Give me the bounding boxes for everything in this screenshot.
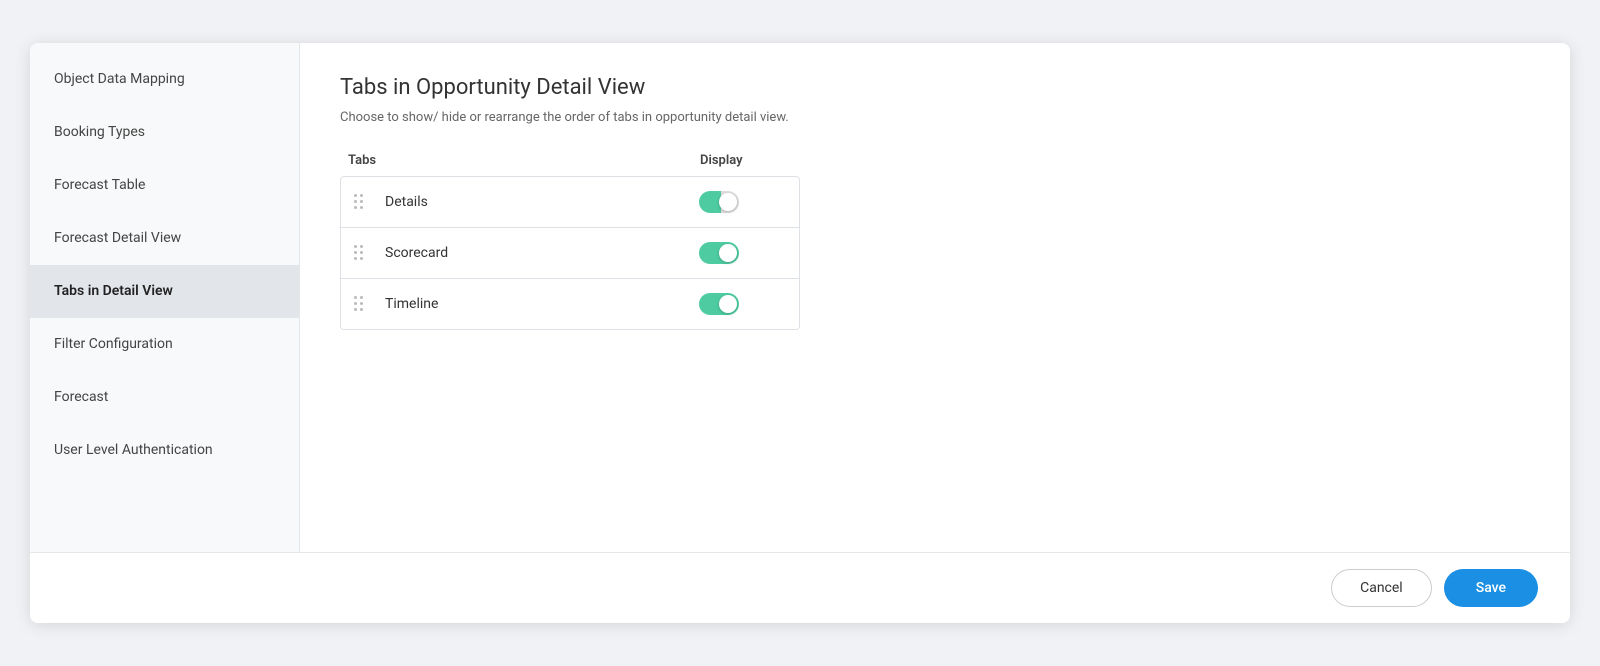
tabs-table: Tabs Display Details Scorecard Timeline bbox=[340, 153, 800, 330]
row-label-scorecard: Scorecard bbox=[377, 231, 699, 275]
table-header: Tabs Display bbox=[340, 153, 800, 176]
sidebar-item-forecast-detail-view[interactable]: Forecast Detail View bbox=[30, 212, 299, 265]
toggle-cell-timeline bbox=[699, 279, 799, 329]
modal-container: Object Data MappingBooking TypesForecast… bbox=[30, 43, 1570, 623]
toggle-timeline[interactable] bbox=[699, 293, 739, 315]
row-label-details: Details bbox=[377, 180, 699, 224]
drag-handle[interactable] bbox=[341, 282, 377, 326]
drag-handle[interactable] bbox=[341, 231, 377, 275]
toggle-cell-scorecard bbox=[699, 228, 799, 278]
toggle-details[interactable] bbox=[699, 191, 739, 213]
modal-footer: Cancel Save bbox=[30, 552, 1570, 623]
sidebar-item-object-data-mapping[interactable]: Object Data Mapping bbox=[30, 53, 299, 106]
modal-body: Object Data MappingBooking TypesForecast… bbox=[30, 43, 1570, 552]
table-row: Timeline bbox=[341, 279, 799, 329]
main-content: Tabs in Opportunity Detail View Choose t… bbox=[300, 43, 1570, 552]
cancel-button[interactable]: Cancel bbox=[1331, 569, 1432, 607]
sidebar-item-forecast-table[interactable]: Forecast Table bbox=[30, 159, 299, 212]
toggle-cell-details bbox=[699, 177, 799, 227]
table-row: Details bbox=[341, 177, 799, 228]
table-row: Scorecard bbox=[341, 228, 799, 279]
sidebar-item-filter-configuration[interactable]: Filter Configuration bbox=[30, 318, 299, 371]
sidebar-item-forecast[interactable]: Forecast bbox=[30, 371, 299, 424]
row-label-timeline: Timeline bbox=[377, 282, 699, 326]
page-title: Tabs in Opportunity Detail View bbox=[340, 75, 1530, 100]
sidebar: Object Data MappingBooking TypesForecast… bbox=[30, 43, 300, 552]
col-display-header: Display bbox=[700, 153, 800, 168]
sidebar-item-user-level-authentication[interactable]: User Level Authentication bbox=[30, 424, 299, 477]
toggle-scorecard[interactable] bbox=[699, 242, 739, 264]
sidebar-item-tabs-in-detail-view[interactable]: Tabs in Detail View bbox=[30, 265, 299, 318]
table-rows: Details Scorecard Timeline bbox=[340, 176, 800, 330]
save-button[interactable]: Save bbox=[1444, 569, 1538, 607]
page-description: Choose to show/ hide or rearrange the or… bbox=[340, 110, 1530, 125]
col-tabs-header: Tabs bbox=[340, 153, 700, 168]
sidebar-item-booking-types[interactable]: Booking Types bbox=[30, 106, 299, 159]
drag-handle[interactable] bbox=[341, 180, 377, 224]
